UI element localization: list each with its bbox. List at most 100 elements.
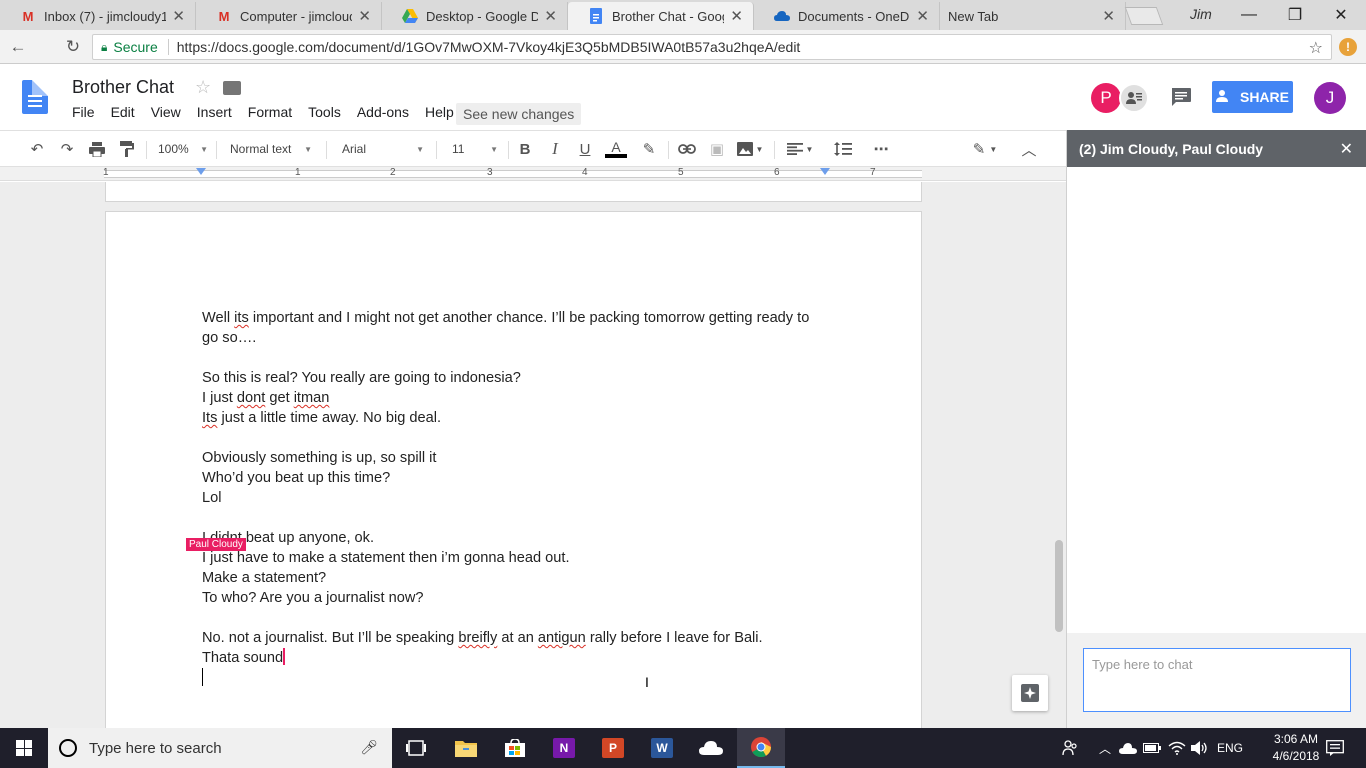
font-size-select[interactable]: 11 ▼ xyxy=(452,138,498,160)
back-button[interactable]: ← xyxy=(8,37,28,57)
paragraph-style-select[interactable]: Normal text ▼ xyxy=(230,138,312,160)
account-avatar[interactable]: J xyxy=(1314,82,1346,114)
line-spacing-icon[interactable] xyxy=(832,138,854,160)
docs-logo-icon[interactable] xyxy=(22,80,48,114)
menu-addons[interactable]: Add-ons xyxy=(357,104,409,120)
volume-icon[interactable] xyxy=(1190,728,1210,768)
chrome-icon[interactable] xyxy=(737,728,785,768)
menu-view[interactable]: View xyxy=(151,104,181,120)
more-options-icon[interactable]: ⋯ xyxy=(870,138,892,160)
restore-button[interactable]: ❐ xyxy=(1272,0,1318,30)
store-icon[interactable] xyxy=(491,728,539,768)
system-clock[interactable]: 3:06 AM 4/6/2018 xyxy=(1268,731,1324,765)
warning-icon[interactable]: ! xyxy=(1339,38,1357,56)
ruler[interactable]: 1 1 2 3 4 5 6 7 xyxy=(0,167,1066,181)
menu-insert[interactable]: Insert xyxy=(197,104,232,120)
new-tab-button[interactable] xyxy=(1124,7,1164,25)
menu-tools[interactable]: Tools xyxy=(308,104,341,120)
wifi-icon[interactable] xyxy=(1166,728,1188,768)
bold-button[interactable]: B xyxy=(514,138,536,160)
tab-onedrive[interactable]: Documents - OneDrive ✕ xyxy=(754,2,940,30)
align-left-icon[interactable]: ▼ xyxy=(784,138,816,160)
close-icon[interactable]: ✕ xyxy=(172,7,185,25)
chat-collaborators-icon[interactable] xyxy=(1119,83,1149,113)
misspelled-word[interactable]: dont xyxy=(237,390,265,406)
highlight-pen-icon[interactable]: ✎ xyxy=(638,138,660,160)
misspelled-word[interactable]: its xyxy=(234,310,249,326)
folder-icon[interactable] xyxy=(223,81,241,95)
avatar[interactable]: P xyxy=(1091,83,1121,113)
paint-format-icon[interactable] xyxy=(116,138,138,160)
collapse-menus-icon[interactable]: ︿ xyxy=(1018,138,1040,160)
task-view-icon[interactable] xyxy=(392,728,440,768)
underline-button[interactable]: U xyxy=(574,138,596,160)
microphone-icon[interactable]: 🎤︎ xyxy=(360,739,378,756)
link-icon[interactable] xyxy=(676,138,698,160)
close-icon[interactable]: ✕ xyxy=(358,7,371,25)
menu-format[interactable]: Format xyxy=(248,104,292,120)
share-button[interactable]: SHARE xyxy=(1212,81,1293,113)
misspelled-word[interactable]: antigun xyxy=(538,630,586,646)
onenote-icon[interactable]: N xyxy=(540,728,588,768)
cloud-icon[interactable] xyxy=(1118,728,1138,768)
misspelled-word[interactable]: Its xyxy=(202,410,217,426)
zoom-select[interactable]: 100% ▼ xyxy=(158,138,208,160)
omnibox[interactable]: 🔒︎ Secure https://docs.google.com/docume… xyxy=(92,34,1332,60)
profile-name[interactable]: Jim xyxy=(1190,6,1212,22)
tab-brother-chat[interactable]: Brother Chat - Google D ✕ xyxy=(568,2,754,30)
star-icon[interactable]: ☆ xyxy=(195,77,211,98)
close-icon[interactable]: ✕ xyxy=(730,7,743,25)
close-icon[interactable]: ✕ xyxy=(1102,7,1115,25)
taskbar-search[interactable]: Type here to search 🎤︎ xyxy=(48,728,392,768)
reload-button[interactable]: ↻ xyxy=(63,37,83,57)
url-text[interactable]: https://docs.google.com/document/d/1GOv7… xyxy=(177,39,801,55)
right-indent-marker[interactable] xyxy=(820,168,830,175)
document-body[interactable]: Well its important and I might not get a… xyxy=(202,308,832,688)
menu-file[interactable]: File xyxy=(72,104,95,120)
start-button[interactable] xyxy=(0,728,48,768)
window-close-button[interactable]: ✕ xyxy=(1318,0,1364,30)
document-scrollbar[interactable] xyxy=(1055,540,1063,632)
document-canvas[interactable]: Well its important and I might not get a… xyxy=(0,182,1066,728)
word-icon[interactable]: W xyxy=(638,728,686,768)
document-page[interactable]: Well its important and I might not get a… xyxy=(105,211,922,728)
font-select[interactable]: Arial ▼ xyxy=(342,138,424,160)
close-icon[interactable]: ✕ xyxy=(544,7,557,25)
menu-edit[interactable]: Edit xyxy=(111,104,135,120)
doc-line xyxy=(202,428,832,448)
tab-google-drive[interactable]: Desktop - Google Drive ✕ xyxy=(382,2,568,30)
print-icon[interactable] xyxy=(86,138,108,160)
editing-mode-icon[interactable]: ✎ ▼ xyxy=(968,138,1002,160)
onedrive-icon[interactable] xyxy=(687,728,735,768)
close-icon[interactable]: ✕ xyxy=(1340,139,1353,159)
battery-icon[interactable] xyxy=(1142,728,1162,768)
italic-button[interactable]: I xyxy=(544,138,566,160)
action-center-icon[interactable] xyxy=(1324,728,1346,768)
insert-image-icon[interactable]: ▼ xyxy=(734,138,766,160)
docs-icon xyxy=(588,8,604,24)
misspelled-word[interactable]: breifly xyxy=(458,630,497,646)
close-icon[interactable]: ✕ xyxy=(916,7,929,25)
chat-input[interactable]: Type here to chat xyxy=(1083,648,1351,712)
powerpoint-icon[interactable]: P xyxy=(589,728,637,768)
comments-icon[interactable] xyxy=(1170,87,1192,107)
redo-icon[interactable]: ↷ xyxy=(56,138,78,160)
minimize-button[interactable]: — xyxy=(1226,0,1272,30)
left-indent-marker[interactable] xyxy=(196,168,206,175)
document-title[interactable]: Brother Chat xyxy=(72,77,174,98)
chevron-up-icon[interactable]: ︿ xyxy=(1096,728,1114,768)
tab-computer[interactable]: M Computer - jimcloudy1 ✕ xyxy=(196,2,382,30)
see-new-changes-button[interactable]: See new changes xyxy=(456,103,582,125)
tab-new-tab[interactable]: New Tab ✕ xyxy=(940,2,1126,30)
undo-icon[interactable]: ↶ xyxy=(26,138,48,160)
misspelled-word[interactable]: itman xyxy=(294,390,330,406)
language-indicator[interactable]: ENG xyxy=(1214,728,1246,768)
add-comment-icon[interactable]: ▣ xyxy=(706,138,728,160)
menu-help[interactable]: Help xyxy=(425,104,454,120)
tab-inbox[interactable]: M Inbox (7) - jimcloudy1@ ✕ xyxy=(0,2,196,30)
file-explorer-icon[interactable] xyxy=(442,728,490,768)
explore-button[interactable] xyxy=(1012,675,1048,711)
bookmark-star-icon[interactable]: ☆ xyxy=(1309,38,1323,58)
text-color-button[interactable]: A xyxy=(604,138,628,160)
people-icon[interactable] xyxy=(1058,728,1082,768)
